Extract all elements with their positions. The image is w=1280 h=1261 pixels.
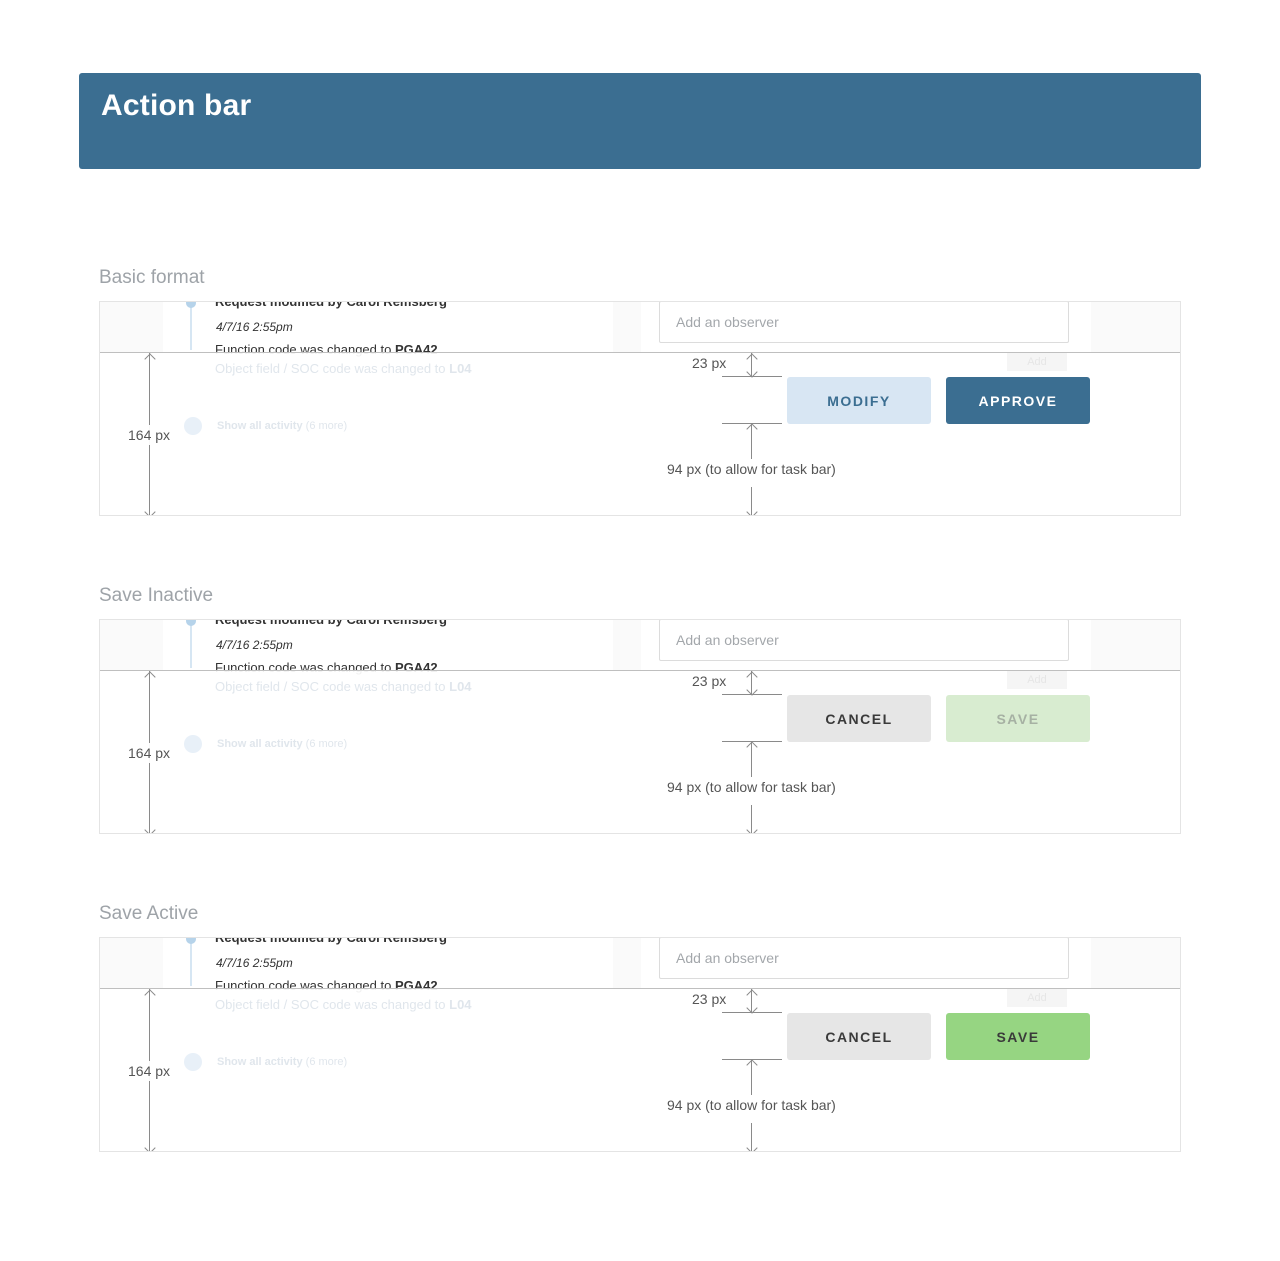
action-bar: Object field / SOC code was changed to L… bbox=[100, 988, 1180, 1151]
top-gap-label: 23 px bbox=[692, 355, 727, 371]
arrow-down-icon bbox=[746, 1142, 758, 1151]
faint-add-button: Add bbox=[1007, 989, 1067, 1007]
arrow-up-icon bbox=[746, 353, 758, 365]
observer-input[interactable]: Add an observer bbox=[659, 938, 1069, 979]
page-header: Action bar bbox=[79, 73, 1201, 169]
activity-title: Request modified by Carol Remsberg bbox=[215, 937, 447, 945]
bottom-gap-label: 94 px (to allow for task bar) bbox=[667, 461, 836, 477]
approve-button[interactable]: APPROVE bbox=[946, 377, 1090, 424]
arrow-up-icon bbox=[144, 353, 156, 365]
top-gap-label: 23 px bbox=[692, 991, 727, 1007]
top-gap-tick bbox=[722, 376, 782, 377]
arrow-up-icon bbox=[746, 989, 758, 1001]
observer-input[interactable]: Add an observer bbox=[659, 302, 1069, 343]
arrow-down-icon bbox=[746, 824, 758, 833]
faint-show-all: Show all activity (6 more) bbox=[217, 420, 348, 432]
check-icon bbox=[184, 1053, 202, 1071]
cancel-button[interactable]: CANCEL bbox=[787, 695, 931, 742]
faint-activity-line: Object field / SOC code was changed to L… bbox=[215, 997, 472, 1012]
bottom-gap-label: 94 px (to allow for task bar) bbox=[667, 1097, 836, 1113]
action-bar: Object field / SOC code was changed to L… bbox=[100, 670, 1180, 833]
height-measure-label: 164 px bbox=[128, 743, 171, 763]
faint-activity-line: Object field / SOC code was changed to L… bbox=[215, 361, 472, 376]
faint-add-button: Add bbox=[1007, 671, 1067, 689]
arrow-up-icon bbox=[746, 671, 758, 683]
arrow-down-icon bbox=[144, 506, 156, 515]
section-title-basic-format: Basic format bbox=[99, 267, 205, 288]
faint-show-all: Show all activity (6 more) bbox=[217, 738, 348, 750]
arrow-up-icon bbox=[746, 741, 758, 753]
arrow-down-icon bbox=[746, 506, 758, 515]
save-button-inactive[interactable]: SAVE bbox=[946, 695, 1090, 742]
section-title-save-active: Save Active bbox=[99, 903, 199, 924]
activity-time: 4/7/16 2:55pm bbox=[216, 638, 293, 652]
action-bar-frame-save-active: Request modified by Carol Remsberg 4/7/1… bbox=[99, 937, 1181, 1152]
arrow-up-icon bbox=[144, 989, 156, 1001]
faint-activity-line: Object field / SOC code was changed to L… bbox=[215, 679, 472, 694]
faint-show-all: Show all activity (6 more) bbox=[217, 1056, 348, 1068]
arrow-down-icon bbox=[144, 1142, 156, 1151]
top-gap-tick bbox=[722, 1012, 782, 1013]
page-title: Action bar bbox=[101, 89, 252, 122]
height-measure-label: 164 px bbox=[128, 1061, 171, 1081]
action-bar-frame-basic: Request modified by Carol Remsberg 4/7/1… bbox=[99, 301, 1181, 516]
timeline-line bbox=[190, 620, 192, 668]
check-icon bbox=[184, 735, 202, 753]
timeline-line bbox=[190, 302, 192, 350]
action-bar: Object field / SOC code was changed to L… bbox=[100, 352, 1180, 515]
bottom-gap-label: 94 px (to allow for task bar) bbox=[667, 779, 836, 795]
timeline-line bbox=[190, 938, 192, 986]
action-bar-frame-save-inactive: Request modified by Carol Remsberg 4/7/1… bbox=[99, 619, 1181, 834]
faint-add-button: Add bbox=[1007, 353, 1067, 371]
save-button-active[interactable]: SAVE bbox=[946, 1013, 1090, 1060]
cancel-button[interactable]: CANCEL bbox=[787, 1013, 931, 1060]
top-gap-label: 23 px bbox=[692, 673, 727, 689]
arrow-up-icon bbox=[144, 671, 156, 683]
top-gap-tick bbox=[722, 694, 782, 695]
activity-time: 4/7/16 2:55pm bbox=[216, 320, 293, 334]
arrow-up-icon bbox=[746, 423, 758, 435]
activity-time: 4/7/16 2:55pm bbox=[216, 956, 293, 970]
activity-title: Request modified by Carol Remsberg bbox=[215, 619, 447, 627]
check-icon bbox=[184, 417, 202, 435]
modify-button[interactable]: MODIFY bbox=[787, 377, 931, 424]
section-title-save-inactive: Save Inactive bbox=[99, 585, 214, 606]
height-measure-label: 164 px bbox=[128, 425, 171, 445]
arrow-up-icon bbox=[746, 1059, 758, 1071]
observer-input[interactable]: Add an observer bbox=[659, 620, 1069, 661]
activity-title: Request modified by Carol Remsberg bbox=[215, 301, 447, 309]
arrow-down-icon bbox=[144, 824, 156, 833]
